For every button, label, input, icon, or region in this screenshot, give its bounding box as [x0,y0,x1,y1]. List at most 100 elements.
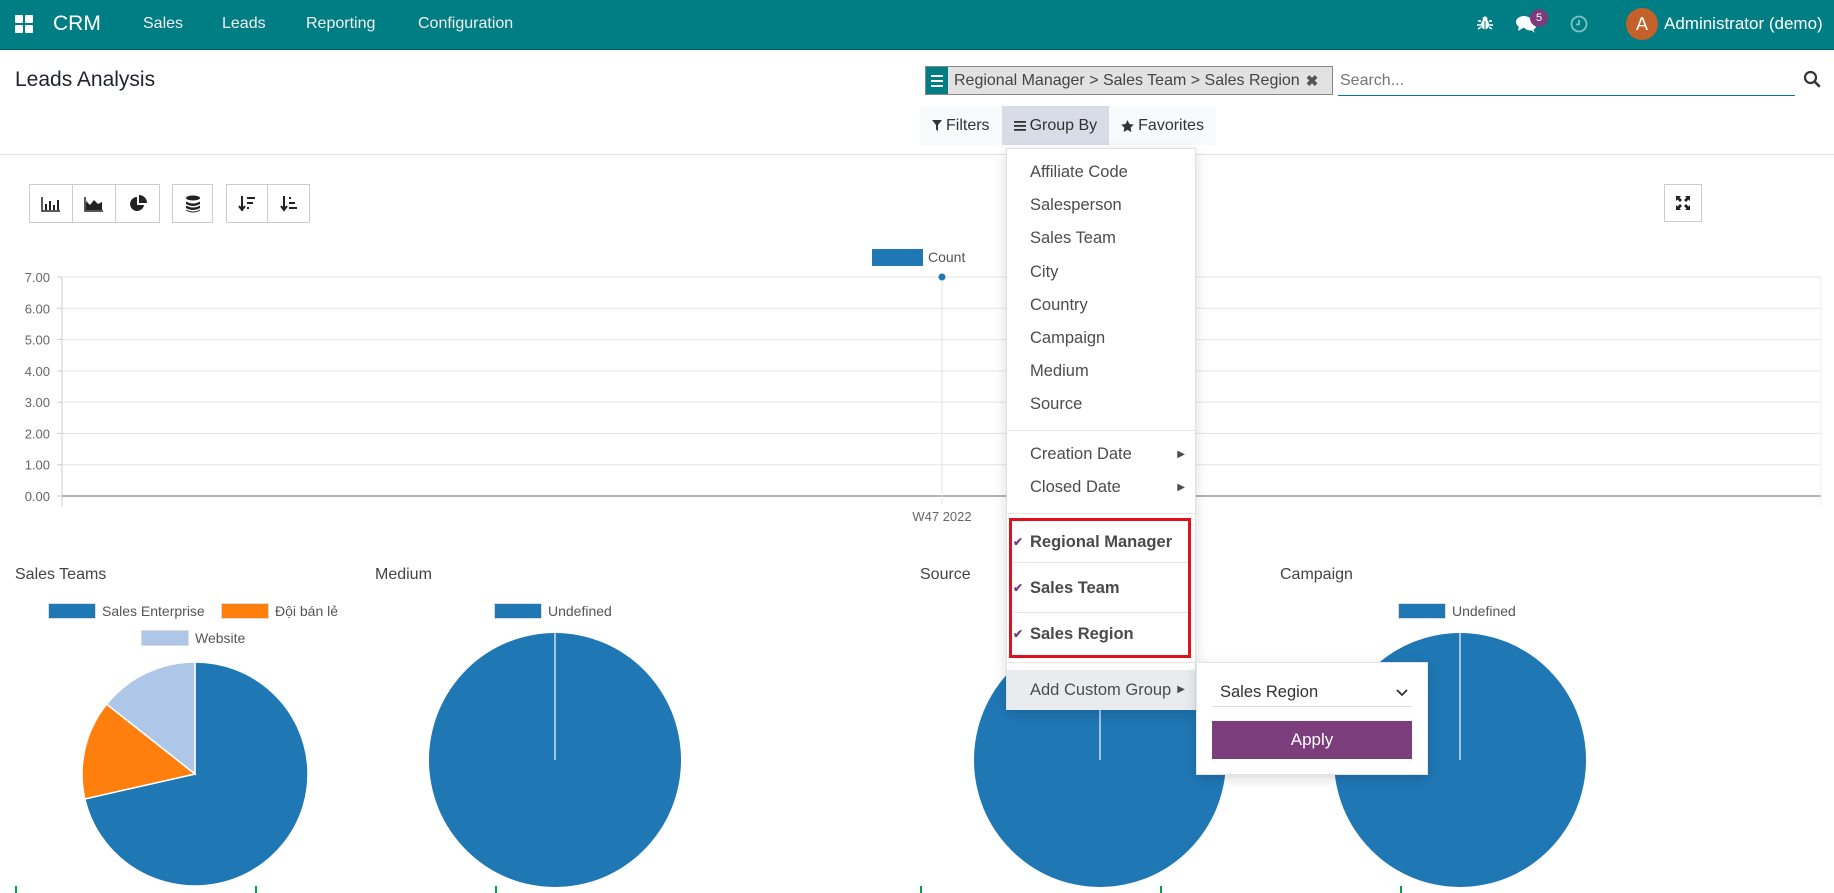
search-icon[interactable] [1803,70,1821,88]
expand-button[interactable] [1664,184,1702,222]
sort-group [226,184,310,223]
menu-sales[interactable]: Sales [143,15,183,33]
y-tick-label: 7.00 [25,270,50,285]
dropdown-divider [1007,513,1195,514]
caret-right-icon: ▶ [1177,449,1185,460]
group-by-button[interactable]: Group By [1001,106,1110,145]
pie-title-sales-teams: Sales Teams [15,566,107,583]
groupby-option-sales-region[interactable]: ✔ Sales Region [1007,613,1195,655]
sort-descending-button[interactable] [227,185,268,222]
filter-icon [932,120,942,131]
groupby-option-campaign[interactable]: Campaign [1007,322,1195,355]
groupby-option-creation-date[interactable]: Creation Date ▶ [1007,438,1195,471]
option-label: Regional Manager [1030,533,1173,551]
checkmark-icon: ✔ [1013,627,1024,641]
groupby-option-regional-manager[interactable]: ✔ Regional Manager [1007,521,1195,563]
menu-reporting[interactable]: Reporting [306,15,375,33]
pie-title-campaign: Campaign [1280,566,1353,583]
expand-icon [1676,196,1690,210]
line-chart: 0.00 1.00 2.00 3.00 4.00 5.00 6.00 7.00 W47 2022… [25,249,1822,524]
pie-medium [429,633,681,887]
groupby-option-closed-date[interactable]: Closed Date ▶ [1007,471,1195,504]
favorites-button[interactable]: Favorites [1109,106,1216,145]
axis-tick [15,886,17,893]
bar-chart-icon [41,196,60,212]
option-label: Sales Region [1030,625,1134,643]
axis-tick [1400,886,1402,893]
groupby-option-affiliate-code[interactable]: Affiliate Code [1007,156,1195,189]
chevron-down-icon [1396,677,1408,707]
apply-button[interactable]: Apply [1212,721,1412,759]
pie-title-medium: Medium [375,566,432,583]
facet-text: Regional Manager > Sales Team > Sales Re… [954,71,1300,89]
x-tick-label: W47 2022 [912,509,971,524]
y-tick-label: 3.00 [25,395,50,410]
sort-ascending-button[interactable] [268,185,309,222]
option-label: Add Custom Group [1030,681,1172,699]
y-tick-label: 6.00 [25,301,50,316]
pie-title-source: Source [920,566,971,583]
groupby-option-city[interactable]: City [1007,256,1195,289]
line-chart-button[interactable] [73,185,116,222]
bug-icon[interactable] [1477,15,1493,31]
groupby-option-country[interactable]: Country [1007,289,1195,322]
y-tick-label: 1.00 [25,458,50,473]
y-tick-label: 5.00 [25,333,50,348]
line-chart-icon [84,196,103,212]
chart-type-group [29,184,160,223]
y-tick-label: 0.00 [25,489,50,504]
sort-ascending-icon [279,195,297,212]
top-navbar: CRM Sales Leads Reporting Configuration … [0,0,1834,50]
y-tick-label: 2.00 [25,426,50,441]
option-label: Closed Date [1030,478,1121,496]
user-menu[interactable]: Administrator (demo) [1664,14,1823,34]
search-options: Filters Group By Favorites [920,106,1216,145]
groupby-option-source[interactable]: Source [1007,388,1195,421]
groupby-option-medium[interactable]: Medium [1007,355,1195,388]
group-by-icon [926,67,948,94]
pie-chart-button[interactable] [116,185,159,222]
axis-tick [1160,886,1162,893]
filters-button[interactable]: Filters [920,106,1002,145]
bars-icon [1013,120,1026,131]
group-by-label: Group By [1029,116,1098,134]
legend-label: Count [928,249,965,265]
groupby-option-sales-team[interactable]: Sales Team [1007,222,1195,255]
axis-tick [495,886,497,893]
search-facet[interactable]: Regional Manager > Sales Team > Sales Re… [925,66,1333,95]
avatar[interactable]: A [1626,8,1658,40]
checkmark-icon: ✔ [1013,535,1024,549]
search-input[interactable] [1338,66,1795,96]
app-name[interactable]: CRM [53,12,101,36]
stacked-icon [185,195,200,212]
groupby-option-salesperson[interactable]: Salesperson [1007,189,1195,222]
message-count-badge: 5 [1530,9,1548,27]
stacked-group [172,184,213,223]
data-point [938,273,946,281]
legend-swatch [872,249,923,266]
page-title: Leads Analysis [15,68,156,91]
bar-chart-button[interactable] [30,185,73,222]
stacked-button[interactable] [173,185,212,222]
group-by-dropdown: Affiliate Code Salesperson Sales Team Ci… [1006,148,1196,710]
pie-charts [81,633,1586,887]
dropdown-divider [1007,430,1195,431]
axis-tick [255,886,257,893]
menu-leads[interactable]: Leads [222,15,266,33]
apps-menu-icon[interactable] [15,15,33,33]
clock-icon[interactable] [1570,15,1588,33]
favorites-label: Favorites [1138,116,1204,134]
custom-group-select[interactable]: Sales Region [1212,677,1412,707]
option-label: Sales Team [1030,579,1120,597]
add-custom-group[interactable]: Add Custom Group ▶ [1007,670,1195,710]
option-label: Creation Date [1030,445,1132,463]
custom-group-submenu: Sales Region Apply [1196,662,1428,775]
select-value: Sales Region [1220,683,1319,701]
dropdown-divider [1007,662,1195,663]
close-icon[interactable]: ✖ [1306,72,1319,90]
groupby-option-sales-team-checked[interactable]: ✔ Sales Team [1007,563,1195,613]
star-icon [1121,119,1134,132]
menu-configuration[interactable]: Configuration [418,15,513,33]
checkmark-icon: ✔ [1013,581,1024,595]
control-panel-divider [0,154,1834,155]
